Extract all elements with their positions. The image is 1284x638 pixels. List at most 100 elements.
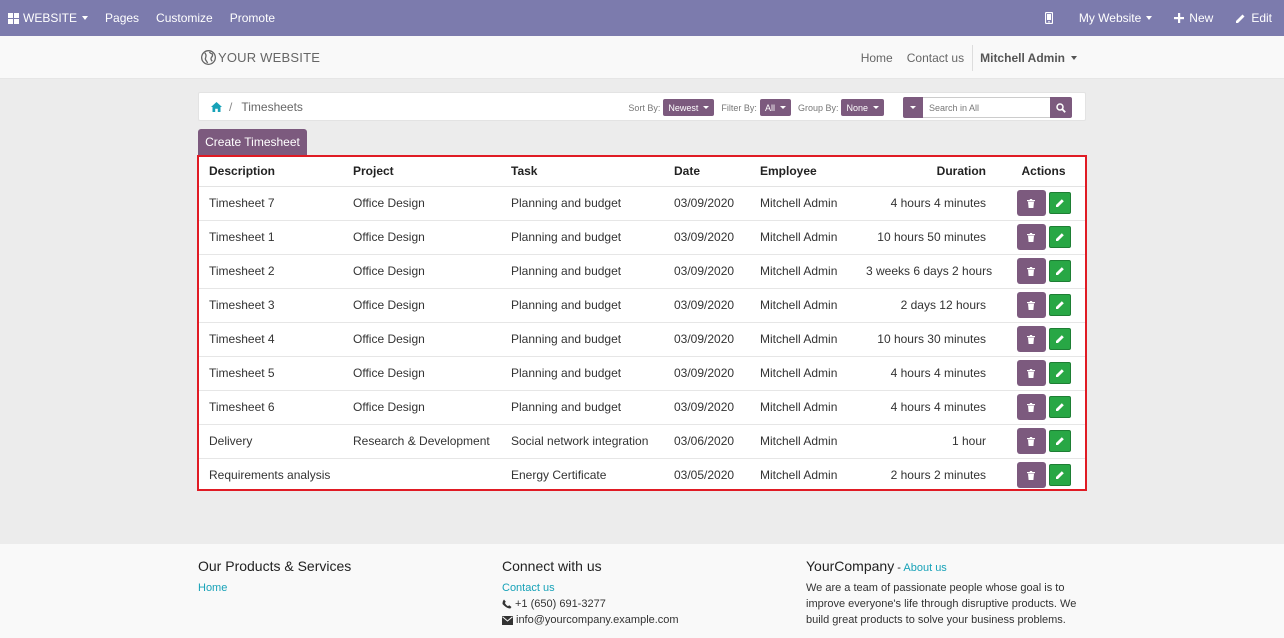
table-row[interactable]: Delivery Research & Development Social net… (199, 424, 1085, 459)
cell-duration: 4 hours 4 minutes (866, 186, 1002, 221)
edit-row-button[interactable] (1048, 362, 1071, 384)
trash-icon (1027, 436, 1035, 446)
home-icon[interactable] (211, 102, 222, 112)
edit-button-label: Edit (1251, 11, 1272, 25)
admin-topbar: WEBSITE Pages Customize Promote My Websi… (0, 0, 1284, 36)
cell-employee: Mitchell Admin (760, 468, 838, 483)
site-selector-label: My Website (1078, 11, 1142, 25)
delete-button[interactable] (1016, 326, 1046, 352)
group-dropdown[interactable]: None (841, 99, 884, 116)
create-timesheet-button[interactable]: Create Timesheet (198, 129, 307, 155)
table-row[interactable]: Timesheet 3 Office Design Planning and bud… (199, 288, 1085, 323)
delete-button[interactable] (1016, 258, 1046, 284)
search-group (903, 97, 1072, 118)
user-menu[interactable]: Mitchell Admin (973, 51, 1084, 65)
list-controls: Sort By: Newest Filter By: All Group By:… (628, 97, 1072, 118)
breadcrumb-separator: / (229, 100, 233, 114)
footer-company-column: YourCompany - About us We are a team of … (806, 558, 1096, 628)
edit-row-button[interactable] (1048, 294, 1071, 316)
column-header-duration[interactable]: Duration (866, 157, 1002, 187)
group-value: None (846, 102, 868, 113)
envelope-icon (502, 615, 513, 625)
delete-button[interactable] (1016, 292, 1046, 318)
nav-home[interactable]: Home (854, 51, 900, 65)
cell-duration: 4 hours 4 minutes (866, 390, 1002, 425)
edit-row-button[interactable] (1048, 328, 1071, 350)
cell-date: 03/05/2020 (674, 468, 735, 483)
pencil-icon (1055, 199, 1064, 207)
main-nav: Home Contact us Mitchell Admin (854, 36, 1084, 79)
table-row[interactable]: Timesheet 1 Office Design Planning and bud… (199, 220, 1085, 255)
edit-row-button[interactable] (1048, 260, 1071, 282)
pencil-icon (1055, 437, 1064, 445)
cell-actions (1002, 322, 1085, 357)
column-header-date[interactable]: Date (664, 157, 750, 187)
cell-project: Office Design (343, 356, 501, 391)
cell-employee: Mitchell Admin (750, 186, 866, 221)
footer-products-title: Our Products & Services (198, 558, 352, 574)
cell-project: Office Design (343, 288, 501, 323)
search-button[interactable] (1050, 97, 1072, 118)
footer-contact-link[interactable]: Contact us (502, 580, 679, 596)
chevron-down-icon (873, 106, 879, 109)
mobile-preview-button[interactable] (1033, 0, 1071, 36)
trash-icon (1027, 232, 1035, 242)
chevron-down-icon (1146, 16, 1153, 20)
delete-button[interactable] (1016, 224, 1046, 250)
edit-row-button[interactable] (1048, 192, 1071, 214)
phone-icon (502, 599, 512, 609)
website-menu[interactable]: WEBSITE (0, 0, 96, 36)
search-input[interactable] (923, 97, 1050, 118)
footer-home-link[interactable]: Home (198, 580, 351, 596)
cell-description: Timesheet 5 (199, 356, 343, 391)
edit-row-button[interactable] (1048, 396, 1071, 418)
cell-description: Delivery (199, 424, 343, 459)
delete-button[interactable] (1016, 394, 1046, 420)
pages-menu[interactable]: Pages (96, 0, 147, 36)
delete-button[interactable] (1016, 428, 1046, 454)
promote-menu[interactable]: Promote (221, 0, 283, 36)
cell-employee: Mitchell Admin (750, 288, 866, 323)
column-header-task[interactable]: Task (501, 157, 664, 187)
cell-task: Energy Certificate (511, 468, 607, 483)
filter-dropdown[interactable]: All (759, 99, 791, 116)
site-logo[interactable]: YOUR WEBSITE (201, 50, 320, 65)
footer-email-text[interactable]: info@yourcompany.example.com (516, 612, 679, 628)
chevron-down-icon (1071, 55, 1077, 60)
footer-phone-text: +1 (650) 691-3277 (515, 598, 606, 610)
cell-date: 03/06/2020 (664, 424, 750, 459)
table-row[interactable]: Timesheet 5 Office Design Planning and bud… (199, 356, 1085, 391)
footer-about-link[interactable]: About us (903, 562, 946, 574)
edit-row-button[interactable] (1048, 464, 1071, 487)
table-row[interactable]: Timesheet 2 Office Design Planning and bud… (199, 254, 1085, 289)
column-header-project[interactable]: Project (343, 157, 501, 187)
cell-duration: 10 hours 30 minutes (866, 322, 1002, 357)
delete-button[interactable] (1016, 360, 1046, 386)
column-header-employee[interactable]: Employee (750, 157, 866, 187)
cell-date: 03/09/2020 (664, 220, 750, 255)
apps-grid-icon (8, 12, 19, 24)
trash-icon (1027, 198, 1035, 208)
mobile-icon (1044, 12, 1053, 24)
cell-date: 03/09/2020 (664, 186, 750, 221)
table-row[interactable]: Timesheet 4 Office Design Planning and bud… (199, 322, 1085, 357)
column-header-description[interactable]: Description (199, 157, 343, 187)
table-row[interactable]: Timesheet 6 Office Design Planning and bud… (199, 390, 1085, 425)
site-selector[interactable]: My Website (1071, 0, 1166, 36)
edit-button[interactable]: Edit (1227, 0, 1284, 36)
customize-menu[interactable]: Customize (147, 0, 221, 36)
sort-dropdown[interactable]: Newest (663, 99, 715, 116)
footer-company-heading: YourCompany - About us (806, 558, 1096, 574)
edit-row-button[interactable] (1048, 226, 1071, 248)
search-filter-dropdown[interactable] (903, 97, 923, 118)
new-button[interactable]: New (1166, 0, 1227, 36)
delete-button[interactable] (1016, 190, 1046, 216)
edit-row-button[interactable] (1048, 430, 1071, 452)
cell-description: Timesheet 2 (199, 254, 343, 289)
nav-contact-us[interactable]: Contact us (900, 51, 971, 65)
table-row[interactable]: Requirements analysis Energy Certificate 0… (199, 458, 1085, 492)
delete-button[interactable] (1016, 462, 1046, 489)
footer-dash: - (894, 562, 904, 574)
cell-employee: Mitchell Admin (750, 254, 866, 289)
table-row[interactable]: Timesheet 7 Office Design Planning and bud… (199, 186, 1085, 221)
